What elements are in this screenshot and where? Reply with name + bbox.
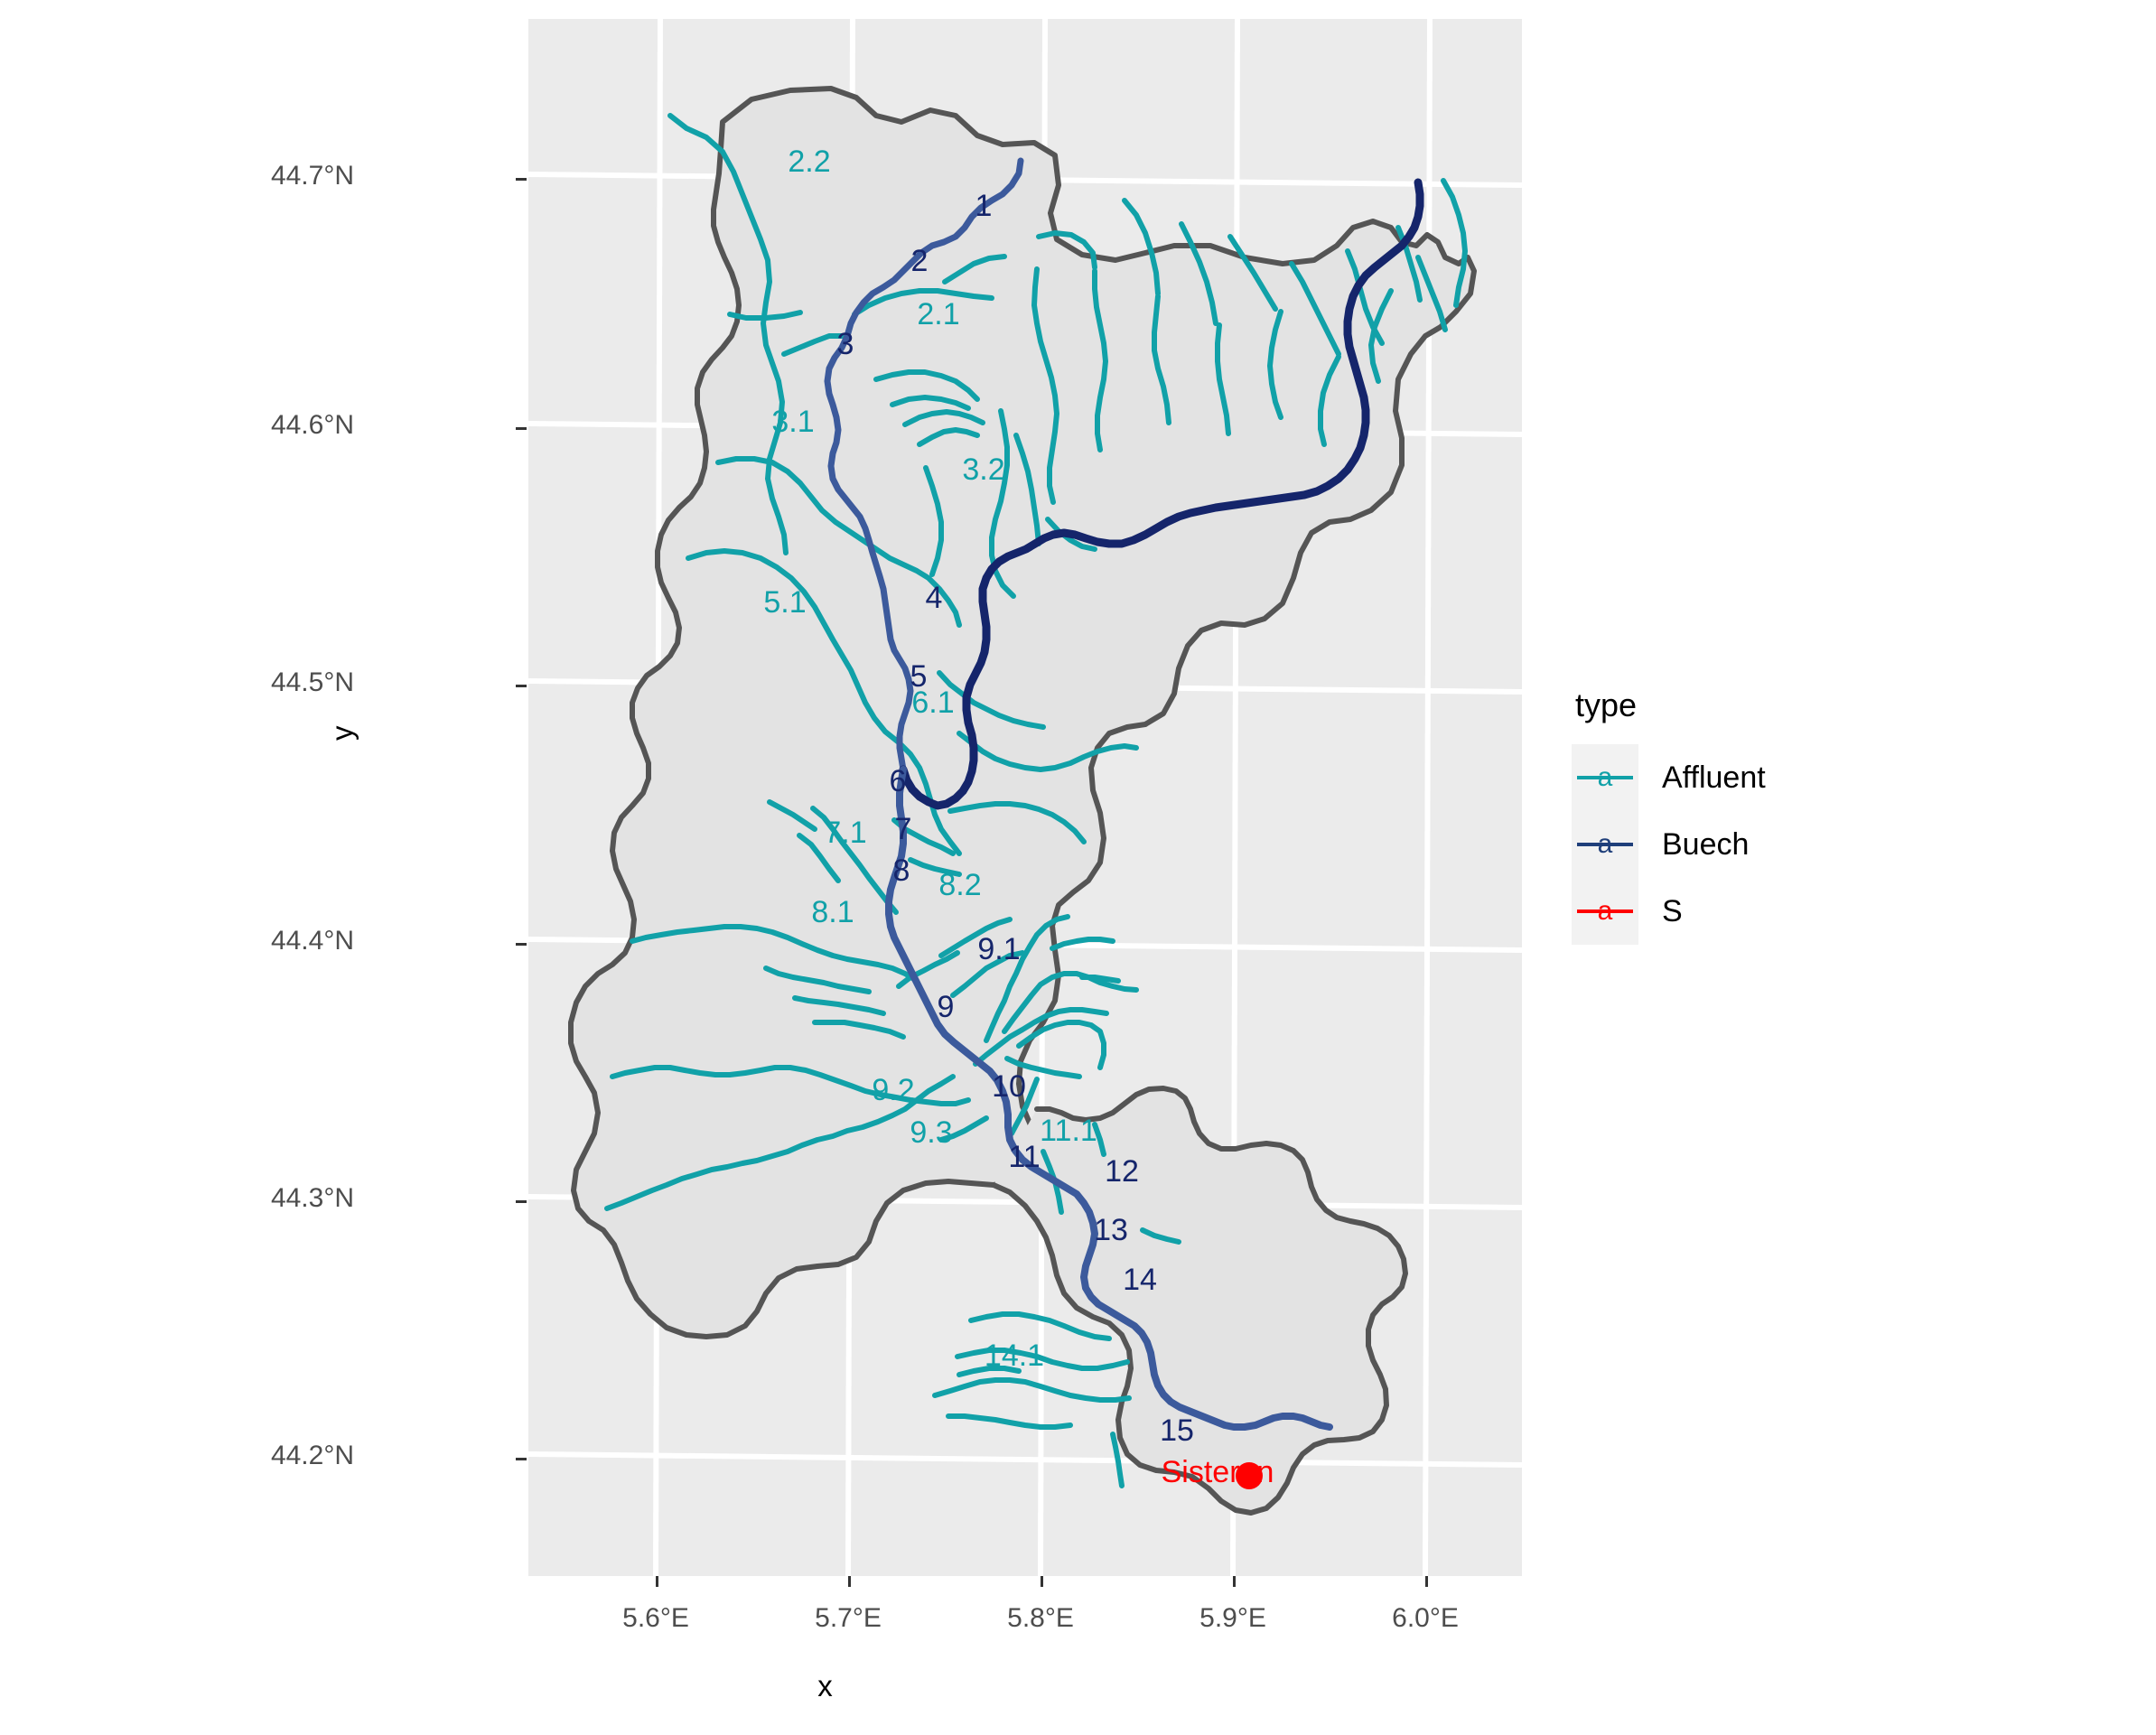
x-tick-mark [848, 1576, 851, 1587]
x-tick-label: 5.8°E [1007, 1603, 1074, 1633]
y-axis-title: y [325, 725, 359, 742]
legend-item-label: Affluent [1662, 760, 1766, 795]
map-panel: 2.2 1 2 2.1 3 3.1 3.2 5.1 4 5 6.1 6 7.1 7 8 8.2 8.1 9.1 9 9… [528, 19, 1522, 1576]
river-label-9.2: 9.2 [872, 1073, 914, 1107]
river-label-6: 6 [890, 764, 907, 798]
legend: type a Affluent a Buech a S [1572, 686, 1951, 945]
y-tick-mark [516, 427, 527, 430]
watershed-lower-polygon [991, 1086, 1408, 1516]
legend-item-buech[interactable]: a Buech [1572, 811, 1951, 878]
river-label-11.1: 11.1 [1040, 1114, 1097, 1148]
legend-key-swatch: a [1572, 811, 1638, 878]
legend-item-label: S [1662, 893, 1683, 928]
x-tick-mark [1233, 1576, 1236, 1587]
river-label-9.1: 9.1 [977, 932, 1020, 966]
river-label-8.2: 8.2 [938, 868, 981, 902]
y-tick-mark [516, 178, 527, 181]
river-label-6.1: 6.1 [911, 686, 954, 720]
map-points: Sisteron [1162, 1455, 1274, 1489]
river-label-2.1: 2.1 [917, 297, 959, 331]
river-label-10: 10 [992, 1069, 1026, 1104]
y-tick-mark [516, 685, 527, 687]
legend-item-s[interactable]: aS [1572, 878, 1951, 945]
river-label-8.1: 8.1 [811, 895, 854, 929]
river-label-3: 3 [837, 327, 854, 361]
x-tick-label: 5.9°E [1199, 1603, 1266, 1633]
river-label-4: 4 [926, 581, 943, 615]
legend-item-label: Buech [1662, 826, 1750, 862]
river-label-9: 9 [938, 990, 955, 1024]
affluent-river-line [1079, 975, 1121, 984]
x-axis-title-text: x [817, 1669, 833, 1702]
y-tick-label: 44.3°N [270, 1183, 354, 1213]
river-label-8: 8 [893, 854, 910, 888]
x-axis-title: x [0, 1669, 2156, 1703]
graticule-line [528, 1451, 1522, 1468]
watershed-boundary [568, 86, 1477, 1516]
x-tick-label: 6.0°E [1392, 1603, 1459, 1633]
river-label-15: 15 [1160, 1413, 1194, 1448]
affluent-river-line [932, 1377, 1132, 1403]
y-tick-mark [516, 1200, 527, 1203]
x-tick-mark [1425, 1576, 1428, 1587]
legend-key-glyph: a [1597, 896, 1613, 926]
river-label-3.1: 3.1 [771, 405, 814, 439]
legend-title: type [1575, 686, 1638, 723]
legend-key-glyph: a [1597, 762, 1613, 792]
legend-items: a Affluent a Buech a S [1572, 744, 1951, 945]
river-label-2.2: 2.2 [788, 145, 830, 179]
river-label-13: 13 [1094, 1213, 1128, 1247]
y-tick-mark [516, 943, 527, 946]
river-label-1: 1 [975, 189, 993, 223]
river-label-14.1: 14.1 [985, 1339, 1044, 1373]
map-point-sisteron [1236, 1462, 1263, 1489]
affluent-river-line [946, 1413, 1073, 1430]
river-label-7: 7 [895, 812, 912, 846]
river-label-5.1: 5.1 [763, 585, 806, 620]
legend-key-swatch: a [1572, 878, 1638, 945]
river-label-2: 2 [911, 244, 929, 278]
river-label-3.2: 3.2 [962, 452, 1004, 487]
map-svg: 2.2122.133.13.25.1 456.167.1 78 8.28.19.199… [528, 19, 1522, 1576]
legend-item-affluent[interactable]: a Affluent [1572, 744, 1951, 811]
plot-root: 2.2 1 2 2.1 3 3.1 3.2 5.1 4 5 6.1 6 7.1 7 8 8.2 8.1 9.1 9 9… [0, 0, 2156, 1735]
legend-key-glyph: a [1597, 829, 1613, 859]
y-tick-label: 44.2°N [270, 1441, 354, 1470]
y-tick-mark [516, 1458, 527, 1460]
x-tick-label: 5.6°E [622, 1603, 689, 1633]
y-tick-label: 44.7°N [270, 161, 354, 191]
river-label-11: 11 [1008, 1140, 1040, 1174]
y-tick-label: 44.6°N [270, 410, 354, 440]
river-label-9.3: 9.3 [910, 1115, 952, 1150]
y-tick-label: 44.4°N [270, 926, 354, 956]
legend-key-swatch: a [1572, 744, 1638, 811]
x-tick-label: 5.7°E [815, 1603, 882, 1633]
river-label-12: 12 [1105, 1154, 1139, 1189]
river-label-14: 14 [1123, 1263, 1157, 1297]
x-tick-mark [1041, 1576, 1043, 1587]
x-tick-mark [656, 1576, 658, 1587]
river-label-7.1: 7.1 [824, 816, 866, 850]
y-tick-label: 44.5°N [270, 667, 354, 697]
